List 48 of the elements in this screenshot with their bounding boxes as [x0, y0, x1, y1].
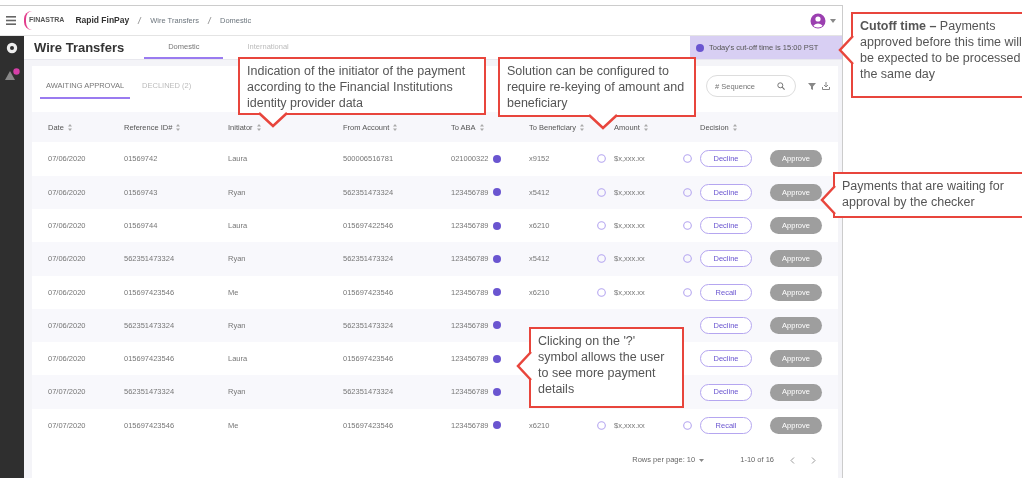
avatar-icon[interactable]: [810, 12, 826, 29]
help-icon[interactable]: [492, 354, 501, 363]
sort-icon[interactable]: [256, 123, 261, 131]
page-title: Wire Transfers: [33, 38, 126, 57]
previous-icon[interactable]: [790, 456, 795, 464]
sort-icon[interactable]: [732, 123, 737, 131]
sort-icon[interactable]: [479, 123, 484, 131]
radio-icon[interactable]: [683, 187, 692, 197]
radio-icon[interactable]: [683, 221, 692, 231]
sort-icon[interactable]: [176, 123, 181, 131]
sort-icon[interactable]: [643, 123, 648, 131]
caret-icon[interactable]: [699, 458, 705, 462]
sort-icon[interactable]: [393, 123, 398, 131]
download-icon[interactable]: [822, 82, 830, 91]
sort-icon[interactable]: [67, 123, 72, 131]
radio-icon[interactable]: [597, 187, 606, 197]
help-icon[interactable]: [492, 154, 501, 163]
radio-icon[interactable]: [597, 420, 606, 430]
sort-icon[interactable]: [580, 123, 585, 131]
callout: Cutoff time – Payments approved before this time will be expected to be processed the same day: [851, 12, 1022, 98]
radio-icon[interactable]: [597, 221, 606, 231]
radio-icon[interactable]: [683, 254, 692, 264]
radio-icon[interactable]: [597, 287, 606, 297]
caret-icon[interactable]: [830, 18, 836, 23]
radio-icon[interactable]: [597, 154, 606, 164]
help-icon[interactable]: [492, 388, 501, 397]
settings-icon[interactable]: [6, 42, 18, 54]
radio-icon[interactable]: [683, 420, 692, 430]
menu-icon[interactable]: [6, 16, 16, 25]
slash-icon: [137, 16, 143, 25]
filter-icon[interactable]: [808, 82, 816, 90]
next-icon[interactable]: [811, 456, 816, 464]
callout: Clicking on the '?' symbol allows the user to see more payment details: [529, 327, 684, 408]
radio-icon[interactable]: [683, 154, 692, 164]
radio-icon[interactable]: [683, 287, 692, 297]
breadcrumb-link[interactable]: Rapid FinPay: [75, 14, 130, 27]
warning-icon[interactable]: [4, 68, 20, 82]
help-icon[interactable]: [492, 254, 501, 263]
help-icon[interactable]: [492, 421, 501, 430]
slash-icon: [207, 16, 212, 25]
help-icon[interactable]: [492, 288, 501, 297]
info-icon: [696, 43, 704, 52]
radio-icon[interactable]: [597, 254, 606, 264]
callout-pointer: [838, 35, 854, 65]
search-icon: [777, 82, 785, 91]
help-icon[interactable]: [492, 321, 501, 330]
help-icon[interactable]: [492, 188, 501, 197]
help-icon[interactable]: [492, 221, 501, 230]
